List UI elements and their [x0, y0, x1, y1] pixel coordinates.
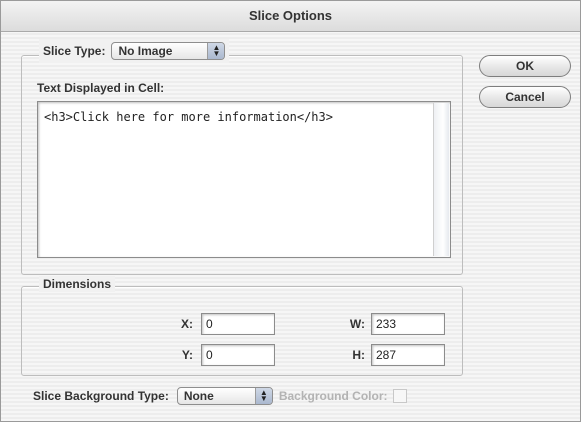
slice-options-dialog: Slice Options Slice Type: No Image ▲ ▼ Te… [0, 0, 581, 422]
background-type-label: Slice Background Type: [33, 389, 169, 403]
text-in-cell-label: Text Displayed in Cell: [37, 81, 165, 95]
background-row: Slice Background Type: None ▲ ▼ Backgroun… [33, 385, 408, 407]
slice-type-legend: Slice Type: No Image ▲ ▼ [39, 39, 230, 63]
text-in-cell-textarea[interactable]: <h3>Click here for more information</h3> [37, 101, 451, 258]
popup-arrows-icon: ▲ ▼ [207, 43, 225, 59]
slice-type-popup[interactable]: No Image ▲ ▼ [111, 42, 226, 60]
slice-type-value: No Image [118, 44, 173, 58]
x-label: X: [181, 317, 193, 331]
h-field[interactable]: 287 [371, 344, 445, 366]
background-type-value: None [183, 389, 214, 403]
h-label: H: [352, 348, 365, 362]
background-type-popup[interactable]: None ▲ ▼ [176, 387, 273, 405]
background-color-swatch[interactable] [393, 389, 408, 403]
w-field[interactable]: 233 [371, 313, 445, 335]
y-field[interactable]: 0 [201, 344, 275, 366]
background-color-label: Background Color: [278, 389, 388, 403]
popup-arrows-icon: ▲ ▼ [254, 388, 272, 404]
x-field[interactable]: 0 [201, 313, 275, 335]
w-label: W: [349, 317, 365, 331]
y-label: Y: [181, 348, 193, 362]
dimensions-legend: Dimensions [39, 276, 116, 292]
cancel-button[interactable]: Cancel [479, 86, 571, 108]
dialog-title: Slice Options [1, 1, 580, 32]
slice-type-label: Slice Type: [43, 44, 106, 58]
ok-button[interactable]: OK [479, 55, 571, 77]
textarea-scrollbar[interactable] [433, 103, 449, 256]
text-in-cell-value: <h3>Click here for more information</h3> [44, 110, 333, 124]
